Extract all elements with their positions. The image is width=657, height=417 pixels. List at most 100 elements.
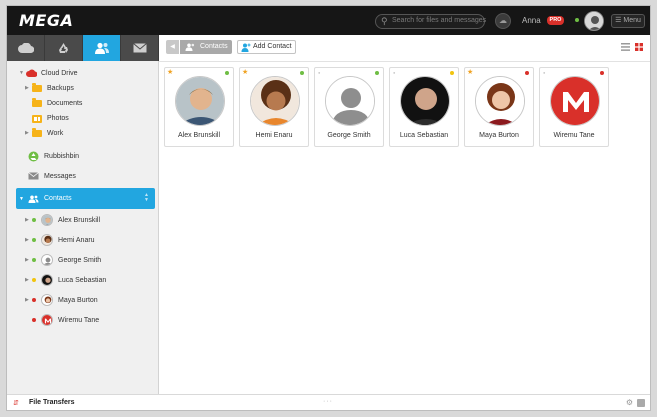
user-avatar[interactable] — [584, 11, 604, 31]
contact-card[interactable]: ● George Smith — [314, 67, 384, 147]
envelope-icon — [132, 43, 147, 53]
resize-handle-icon[interactable]: ··· — [323, 398, 333, 405]
chevron-right-icon: ▶ — [25, 130, 29, 136]
contact-card[interactable]: ★ Maya Burton — [464, 67, 534, 147]
contacts-icon — [28, 195, 39, 203]
search-placeholder: Search for files and messages — [392, 17, 487, 24]
toolbar: ◀ Contacts Add Contact — [159, 35, 650, 62]
presence-dot — [450, 71, 454, 75]
folder-icon — [32, 127, 42, 137]
transfer-arrows-icon[interactable]: ⇵ — [13, 399, 19, 407]
avatar — [41, 274, 53, 286]
avatar — [550, 76, 600, 126]
tab-rubbish-bin[interactable] — [45, 35, 83, 61]
contact-card[interactable]: ● Wiremu Tane — [539, 67, 609, 147]
list-view-icon[interactable] — [621, 43, 630, 51]
sidebar-contact-item[interactable]: ▶ Luca Sebastian — [25, 273, 177, 287]
unstarred-icon[interactable]: ● — [318, 70, 320, 75]
menu-icon: ☰ — [615, 17, 622, 24]
mega-app-window: MEGA ⚲ Search for files and messages ☁ A… — [6, 5, 651, 411]
grid-view-icon[interactable] — [635, 43, 643, 51]
presence-dot — [32, 238, 36, 242]
sidebar-item-photos[interactable]: Photos — [25, 111, 177, 125]
contact-card[interactable]: ★ Alex Brunskill — [164, 67, 234, 147]
sidebar-item-label: Cloud Drive — [41, 69, 78, 77]
tab-contacts[interactable] — [83, 35, 121, 61]
star-icon[interactable]: ★ — [467, 68, 473, 76]
contact-card[interactable]: ★ Hemi Enaru — [239, 67, 309, 147]
sidebar-contact-item[interactable]: ▶ George Smith — [25, 253, 177, 267]
chevron-right-icon: ▶ — [25, 85, 29, 91]
mega-logo[interactable]: MEGA — [19, 11, 73, 30]
presence-dot — [32, 218, 36, 222]
presence-dot — [600, 71, 604, 75]
file-transfers-label[interactable]: File Transfers — [29, 399, 75, 406]
sidebar-contact-label: Wiremu Tane — [58, 316, 100, 324]
sidebar-item-backups[interactable]: ▶ Backups — [25, 81, 177, 95]
add-user-icon — [241, 43, 251, 52]
contacts-icon — [94, 42, 109, 54]
sidebar-item-messages[interactable]: Messages — [28, 169, 180, 183]
presence-dot — [525, 71, 529, 75]
sidebar-contact-item[interactable]: ▶ Maya Burton — [25, 293, 177, 307]
avatar — [41, 314, 53, 326]
contact-card[interactable]: ● Luca Sebastian — [389, 67, 459, 147]
sort-icon[interactable]: ▲ ▼ — [144, 193, 149, 203]
unstarred-icon[interactable]: ● — [543, 70, 545, 75]
search-input[interactable]: ⚲ Search for files and messages — [375, 14, 487, 29]
presence-dot — [300, 71, 304, 75]
gear-icon[interactable]: ⚙ — [626, 398, 633, 407]
presence-dot — [32, 298, 36, 302]
contact-name: George Smith — [327, 132, 371, 139]
tab-cloud-drive[interactable] — [7, 35, 45, 61]
chevron-down-icon: ▼ — [19, 195, 24, 202]
sidebar-item-contacts[interactable]: ▼ Contacts ▲ ▼ — [16, 188, 155, 209]
breadcrumb[interactable]: Contacts — [180, 40, 232, 54]
sidebar-item-cloud-drive[interactable]: ▼ Cloud Drive — [19, 66, 171, 80]
cloud-status-icon[interactable]: ☁ — [495, 13, 511, 29]
envelope-icon — [28, 172, 39, 180]
presence-dot — [225, 71, 229, 75]
breadcrumb-label: Contacts — [200, 43, 228, 50]
contact-name: Wiremu Tane — [553, 132, 595, 139]
avatar — [41, 294, 53, 306]
add-contact-button[interactable]: Add Contact — [237, 40, 296, 54]
sidebar-tabs — [7, 35, 159, 61]
chevron-down-icon: ▼ — [19, 70, 24, 76]
cloud-icon — [17, 43, 34, 53]
folder-icon — [32, 82, 42, 92]
pro-badge[interactable]: PRO — [547, 16, 564, 25]
back-button[interactable]: ◀ — [166, 40, 179, 54]
unstarred-icon[interactable]: ● — [393, 70, 395, 75]
avatar — [41, 254, 53, 266]
sidebar-contact-item[interactable]: ▶ Alex Brunskill — [25, 213, 177, 227]
contacts-icon — [185, 43, 195, 51]
sidebar-item-rubbish-bin[interactable]: Rubbishbin — [28, 149, 180, 163]
sidebar: ▼ Cloud Drive ▶ Backups Documents Photos — [7, 61, 159, 396]
recycle-icon — [28, 151, 39, 161]
sidebar-contact-label: George Smith — [58, 256, 102, 264]
top-bar: MEGA ⚲ Search for files and messages ☁ A… — [7, 6, 650, 35]
username-label[interactable]: Anna — [522, 16, 541, 25]
sidebar-item-work[interactable]: ▶ Work — [25, 126, 177, 140]
sidebar-item-label: Documents — [47, 99, 83, 107]
tab-messages[interactable] — [121, 35, 159, 61]
sidebar-contact-item[interactable]: ▶ Hemi Anaru — [25, 233, 177, 247]
cloud-drive-icon — [26, 69, 37, 77]
chevron-right-icon: ▶ — [25, 277, 29, 283]
file-transfers-bar: ⇵ File Transfers ··· ⚙ — [7, 394, 650, 410]
star-icon[interactable]: ★ — [242, 68, 248, 76]
contact-name: Maya Burton — [479, 132, 519, 139]
transfers-panel-icon[interactable] — [637, 399, 645, 407]
menu-label: Menu — [623, 17, 641, 24]
menu-button[interactable]: ☰ Menu — [611, 14, 645, 28]
sidebar-contact-label: Hemi Anaru — [58, 236, 95, 244]
star-icon[interactable]: ★ — [167, 68, 173, 76]
chevron-right-icon: ▶ — [25, 257, 29, 263]
sidebar-contact-item[interactable]: Wiremu Tane — [25, 313, 177, 327]
sidebar-item-documents[interactable]: Documents — [25, 96, 177, 110]
chevron-right-icon: ▶ — [25, 237, 29, 243]
avatar — [325, 76, 375, 126]
presence-dot — [32, 278, 36, 282]
contact-name: Alex Brunskill — [177, 132, 220, 139]
